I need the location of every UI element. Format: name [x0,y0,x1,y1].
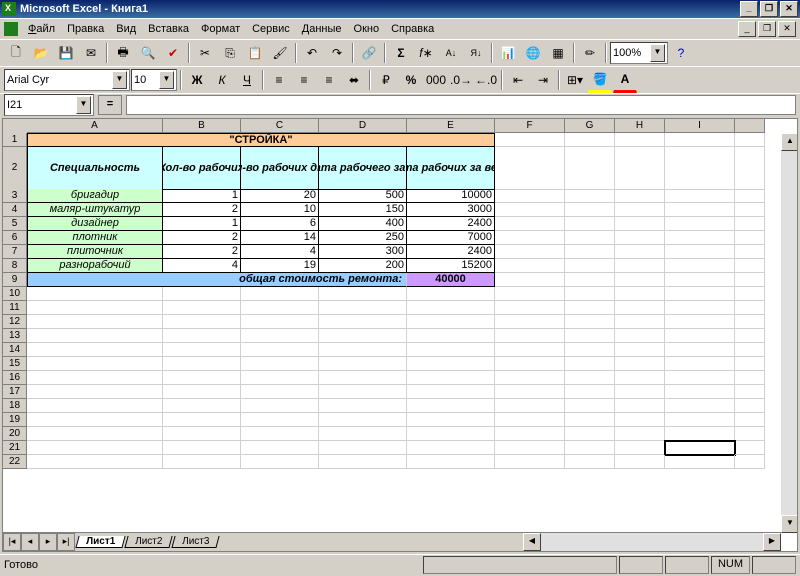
title-bar: Microsoft Excel - Книга1 _ ❐ ✕ [0,0,800,18]
doc-restore-button[interactable]: ❐ [758,21,776,37]
autosum-icon[interactable]: Σ [389,41,413,65]
scroll-down-icon[interactable]: ▼ [781,515,798,533]
italic-icon[interactable]: К [210,68,234,92]
align-center-icon[interactable]: ≡ [292,68,316,92]
doc-minimize-button[interactable]: _ [738,21,756,37]
drawing-icon[interactable]: ✏ [578,41,602,65]
status-caps [665,556,709,574]
status-num: NUM [711,556,750,574]
menu-window[interactable]: Окно [348,21,386,37]
status-ext [619,556,663,574]
align-right-icon[interactable]: ≡ [317,68,341,92]
borders-icon[interactable]: ⊞▾ [563,68,587,92]
menu-service[interactable]: Сервис [246,21,296,37]
inc-decimal-icon[interactable]: .0→ [449,68,473,92]
formula-bar: I21▼ = [0,93,800,116]
menu-insert[interactable]: Вставка [142,21,195,37]
status-panel [423,556,617,574]
help-icon[interactable]: ? [669,41,693,65]
paste-icon[interactable]: 📋 [243,41,267,65]
size-combo[interactable]: 10▼ [131,69,177,91]
print-icon[interactable]: 🖶 [111,41,135,65]
worksheet-area: ABCDEFGHI1"СТРОЙКА"2СпециальностьКол-во … [2,118,798,552]
mail-icon[interactable]: ✉ [79,41,103,65]
undo-icon[interactable]: ↶ [300,41,324,65]
sort-asc-icon[interactable]: А↓ [439,41,463,65]
minimize-button[interactable]: _ [740,1,758,17]
currency-icon[interactable]: ₽ [374,68,398,92]
map-icon[interactable]: 🌐 [521,41,545,65]
percent-icon[interactable]: % [399,68,423,92]
formula-input[interactable] [126,95,796,115]
tab-first-icon[interactable]: |◂ [3,533,21,551]
grid[interactable]: ABCDEFGHI1"СТРОЙКА"2СпециальностьКол-во … [3,119,797,552]
vertical-scrollbar[interactable]: ▲ ▼ [781,133,797,533]
menu-view[interactable]: Вид [110,21,142,37]
horizontal-scrollbar[interactable]: ◀ ▶ [523,532,781,551]
doc-close-button[interactable]: ✕ [778,21,796,37]
sheet-tabs: |◂ ◂ ▸ ▸| Лист1 Лист2 Лист3 [3,532,523,551]
app-menu-icon[interactable] [4,22,18,36]
comma-icon[interactable]: 000 [424,68,448,92]
formula-equals[interactable]: = [98,95,122,115]
link-icon[interactable]: 🔗 [357,41,381,65]
maximize-button[interactable]: ❐ [760,1,778,17]
merge-icon[interactable]: ⬌ [342,68,366,92]
format-painter-icon[interactable]: 🖌 [268,41,292,65]
format-toolbar: Arial Cyr▼ 10▼ Ж К Ч ≡ ≡ ≡ ⬌ ₽ % 000 .0→… [0,66,800,93]
menu-help[interactable]: Справка [385,21,440,37]
inc-indent-icon[interactable]: ⇥ [531,68,555,92]
chart-icon[interactable]: 📊 [496,41,520,65]
tab-prev-icon[interactable]: ◂ [21,533,39,551]
menu-edit[interactable]: Правка [61,21,110,37]
excel-icon [2,2,16,16]
cut-icon[interactable]: ✂ [193,41,217,65]
font-color-icon[interactable]: A [613,67,637,93]
fill-color-icon[interactable]: 🪣 [588,67,612,93]
tab-last-icon[interactable]: ▸| [57,533,75,551]
scroll-up-icon[interactable]: ▲ [781,133,798,151]
open-icon[interactable]: 📂 [29,41,53,65]
sheet-tab-3[interactable]: Лист3 [172,536,221,548]
underline-icon[interactable]: Ч [235,68,259,92]
menu-file[interactable]: Файл [22,21,61,37]
dec-indent-icon[interactable]: ⇤ [506,68,530,92]
close-button[interactable]: ✕ [780,1,798,17]
copy-icon[interactable]: ⎘ [218,41,242,65]
tab-next-icon[interactable]: ▸ [39,533,57,551]
pivot-icon[interactable]: ▦ [546,41,570,65]
zoom-combo[interactable]: 100%▼ [610,42,668,64]
sheet-tab-1[interactable]: Лист1 [75,536,125,548]
align-left-icon[interactable]: ≡ [267,68,291,92]
scroll-left-icon[interactable]: ◀ [523,533,541,551]
spell-icon[interactable]: ✔ [161,41,185,65]
redo-icon[interactable]: ↷ [325,41,349,65]
sheet-tab-2[interactable]: Лист2 [125,536,174,548]
window-title: Microsoft Excel - Книга1 [20,3,148,15]
standard-toolbar: 🗋 📂 💾 ✉ 🖶 🔍 ✔ ✂ ⎘ 📋 🖌 ↶ ↷ 🔗 Σ f∗ А↓ Я↓ 📊… [0,39,800,66]
menu-format[interactable]: Формат [195,21,246,37]
menu-bar: Файл Правка Вид Вставка Формат Сервис Да… [0,18,800,39]
new-icon[interactable]: 🗋 [4,41,28,65]
save-icon[interactable]: 💾 [54,41,78,65]
status-scrl [752,556,796,574]
status-bar: Готово NUM [0,554,800,575]
preview-icon[interactable]: 🔍 [136,41,160,65]
bold-icon[interactable]: Ж [185,68,209,92]
menu-data[interactable]: Данные [296,21,348,37]
name-box[interactable]: I21▼ [4,94,94,116]
font-combo[interactable]: Arial Cyr▼ [4,69,130,91]
status-text: Готово [4,559,38,571]
function-icon[interactable]: f∗ [414,41,438,65]
dec-decimal-icon[interactable]: ←.0 [474,68,498,92]
scroll-right-icon[interactable]: ▶ [763,533,781,551]
sort-desc-icon[interactable]: Я↓ [464,41,488,65]
